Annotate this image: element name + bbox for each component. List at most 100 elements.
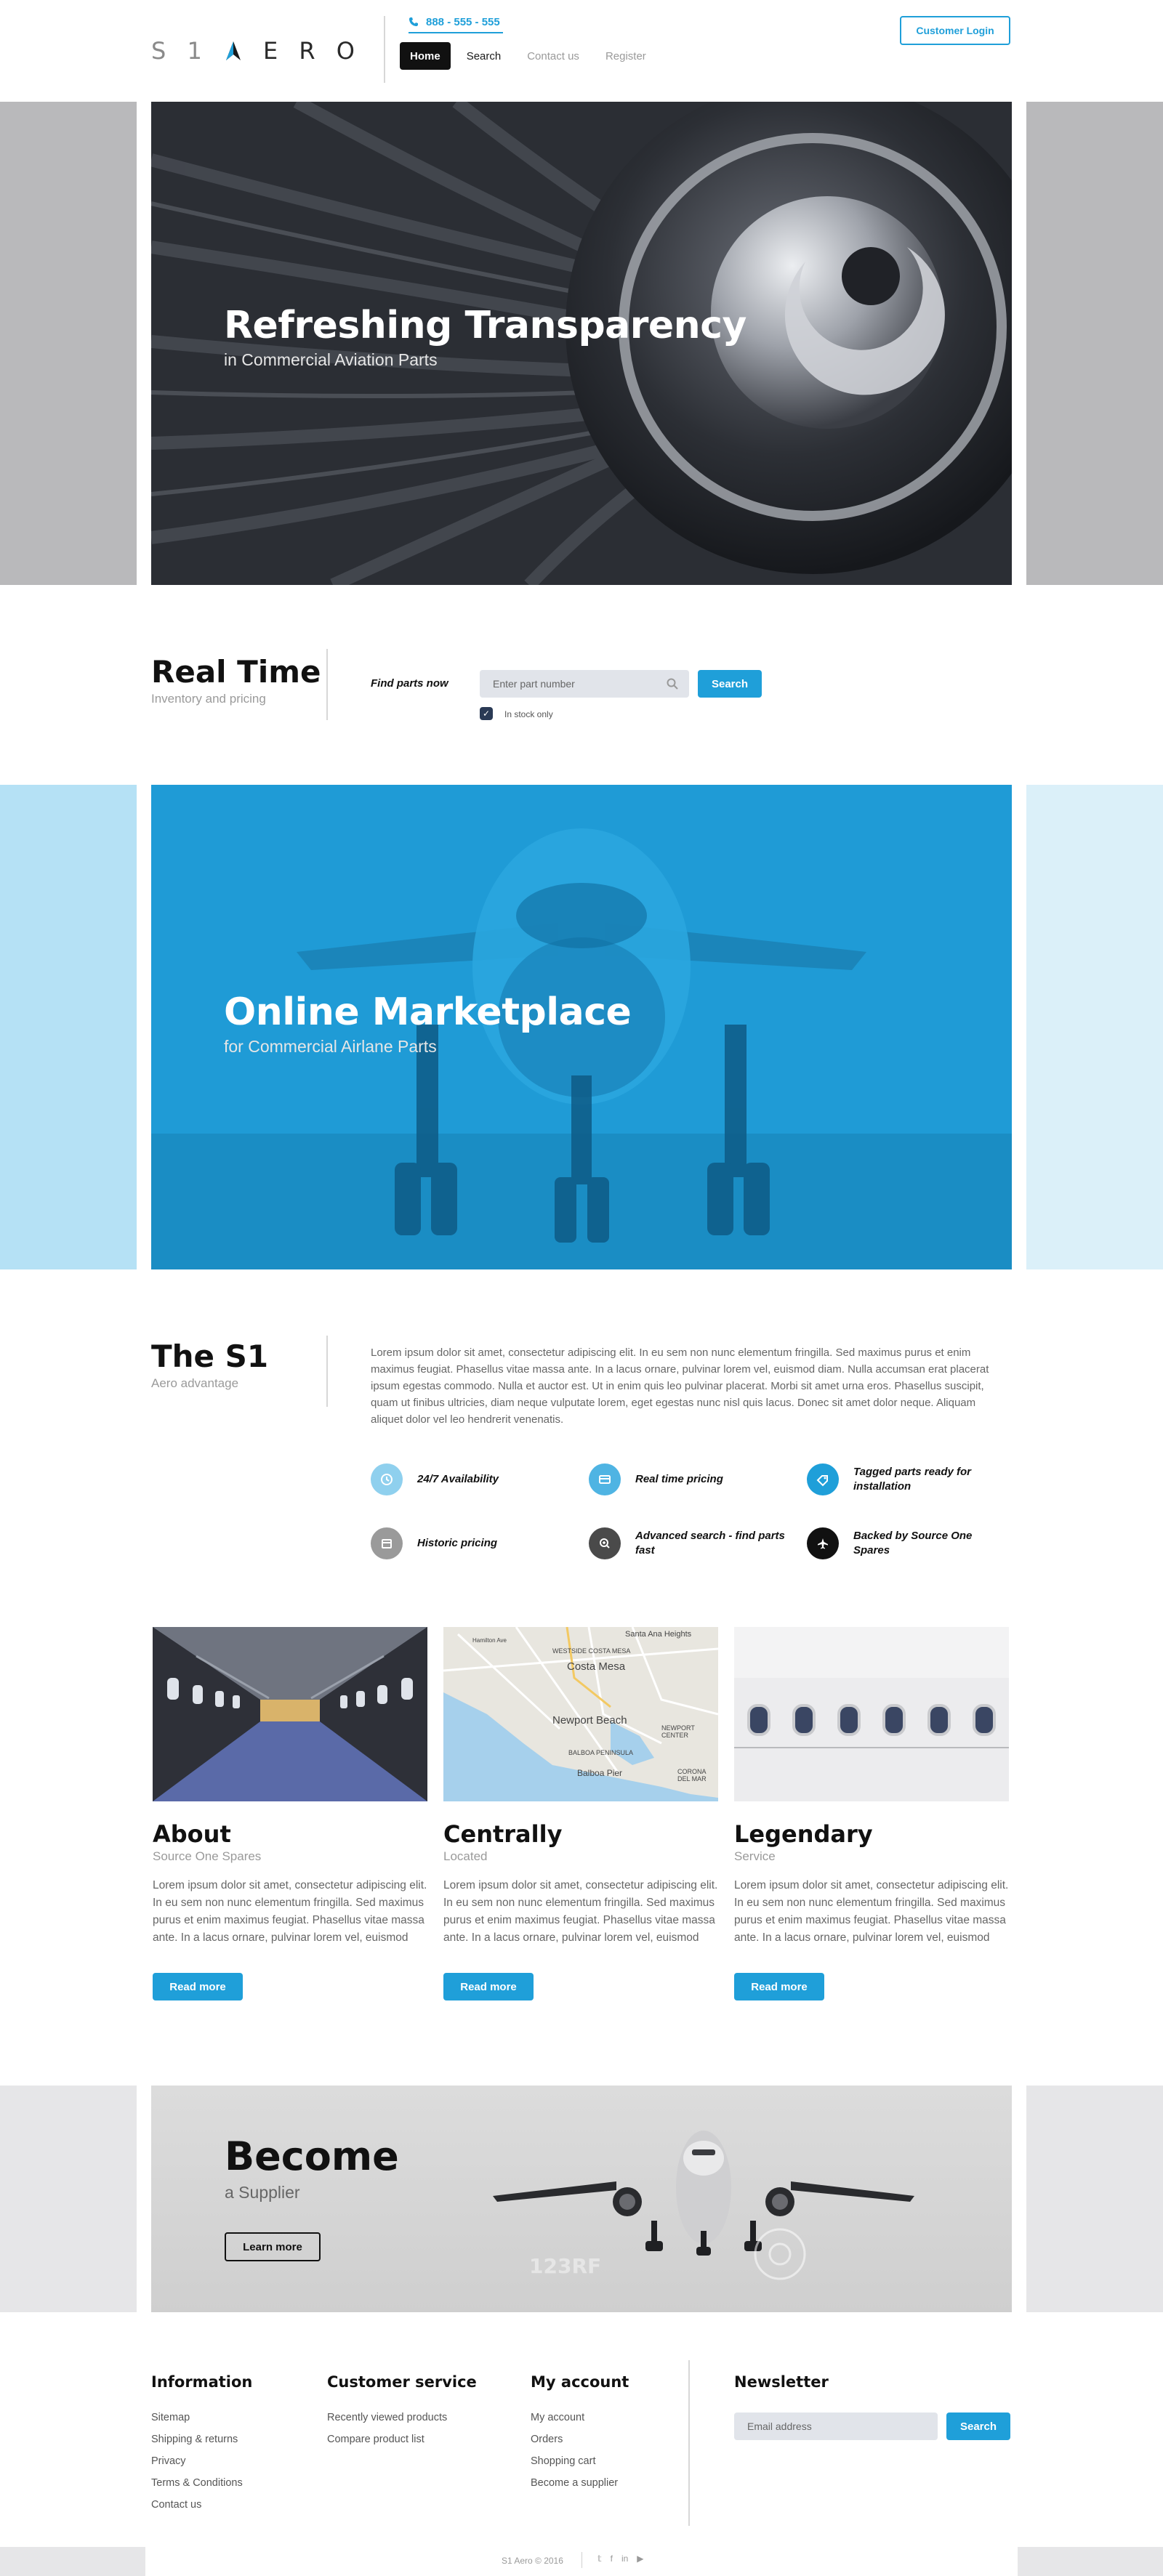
feature-backed-by: Backed by Source One Spares xyxy=(807,1527,1010,1559)
hero-engine-banner: Refreshing Transparency in Commercial Av… xyxy=(151,102,1012,585)
footer-heading: Customer service xyxy=(327,2373,477,2391)
s1-divider xyxy=(326,1336,328,1407)
map-label: CORONA DEL MAR xyxy=(677,1768,707,1782)
card-text: Lorem ipsum dolor sit amet, consectetur … xyxy=(734,1879,1009,1944)
feature-realtime-pricing: Real time pricing xyxy=(589,1463,792,1495)
read-more-button[interactable]: Read more xyxy=(734,1973,824,2000)
footer-link-shopping-cart[interactable]: Shopping cart xyxy=(531,2450,629,2472)
card-title: About xyxy=(153,1820,231,1848)
realtime-subtitle: Inventory and pricing xyxy=(151,692,266,706)
hero2-text: Online Marketplace for Commercial Airlan… xyxy=(224,990,632,1057)
bottom-bar-left xyxy=(0,2547,145,2576)
map-label: Santa Ana Heights xyxy=(625,1630,692,1639)
hero1-side-left xyxy=(0,102,137,585)
footer-link-my-account[interactable]: My account xyxy=(531,2407,629,2428)
hero1-subtitle: in Commercial Aviation Parts xyxy=(224,350,438,369)
logo-letter-s: S xyxy=(151,37,168,65)
become-side-right xyxy=(1026,2086,1163,2312)
logo[interactable]: S 1 E R O xyxy=(151,37,356,65)
map-label: WESTSIDE COSTA MESA xyxy=(552,1647,631,1655)
phone-underline xyxy=(409,32,503,33)
newsletter-submit-button[interactable]: Search xyxy=(946,2413,1010,2440)
hero1-title: Refreshing Transparency xyxy=(224,304,747,347)
card-image-map: Santa Ana Heights WESTSIDE COSTA MESA Co… xyxy=(443,1627,718,1801)
phone-link[interactable]: 888 - 555 - 555 xyxy=(409,13,500,31)
become-supplier-banner: 123RF Become a Supplier Learn more xyxy=(151,2086,1012,2312)
card-about: About Source One Spares Lorem ipsum dolo… xyxy=(153,1627,427,2000)
youtube-icon[interactable]: ▶ xyxy=(637,2553,643,2564)
search-icon xyxy=(667,678,678,690)
hero-marketplace-banner: Online Marketplace for Commercial Airlan… xyxy=(151,785,1012,1269)
become-subtitle: a Supplier xyxy=(225,2183,300,2202)
feature-tagged-parts: Tagged parts ready for installation xyxy=(807,1463,1010,1495)
card-subtitle: Source One Spares xyxy=(153,1849,262,1863)
nav-search[interactable]: Search xyxy=(456,42,512,70)
nav-register[interactable]: Register xyxy=(595,42,656,70)
learn-more-button[interactable]: Learn more xyxy=(225,2232,321,2261)
hero2-subtitle: for Commercial Airlane Parts xyxy=(224,1037,437,1056)
s1-title: The S1 xyxy=(151,1339,269,1374)
read-more-button[interactable]: Read more xyxy=(153,1973,243,2000)
card-legendary: Legendary Service Lorem ipsum dolor sit … xyxy=(734,1627,1009,2000)
card-subtitle: Located xyxy=(443,1849,488,1863)
footer-link-orders[interactable]: Orders xyxy=(531,2428,629,2450)
footer-link-become-supplier[interactable]: Become a supplier xyxy=(531,2472,629,2494)
feature-label: Historic pricing xyxy=(417,1537,498,1549)
logo-letter-r: R xyxy=(299,37,317,65)
feature-label: 24/7 Availability xyxy=(417,1473,499,1485)
map-label: Costa Mesa xyxy=(567,1660,626,1673)
customer-login-button[interactable]: Customer Login xyxy=(900,16,1010,45)
card-title: Centrally xyxy=(443,1820,563,1848)
logo-plane-icon xyxy=(225,41,241,60)
footer-link-shipping[interactable]: Shipping & returns xyxy=(151,2428,252,2450)
map-label: Balboa Pier xyxy=(577,1768,623,1778)
footer-heading: Information xyxy=(151,2373,253,2391)
airplane-icon xyxy=(807,1527,839,1559)
copyright: S1 Aero © 2016 xyxy=(502,2556,563,2566)
card-title: Legendary xyxy=(734,1820,873,1848)
become-title: Become xyxy=(225,2133,399,2179)
in-stock-label: In stock only xyxy=(504,709,553,719)
nav-home[interactable]: Home xyxy=(400,42,451,70)
map-label: BALBOA PENINSULA xyxy=(568,1749,634,1756)
main-nav: Home Search Contact us Register xyxy=(400,42,656,70)
become-side-left xyxy=(0,2086,137,2312)
footer-link-compare[interactable]: Compare product list xyxy=(327,2428,477,2450)
find-parts-label: Find parts now xyxy=(371,677,448,690)
linkedin-icon[interactable]: in xyxy=(621,2553,628,2564)
footer-link-privacy[interactable]: Privacy xyxy=(151,2450,252,2472)
hero2-side-left xyxy=(0,785,137,1269)
map-label: NEWPORT CENTER xyxy=(661,1724,695,1739)
realtime-divider xyxy=(326,649,328,720)
newsletter-heading: Newsletter xyxy=(734,2373,829,2391)
read-more-button[interactable]: Read more xyxy=(443,1973,534,2000)
card-subtitle: Service xyxy=(734,1849,776,1863)
footer-link-contact[interactable]: Contact us xyxy=(151,2494,252,2516)
zoom-in-icon xyxy=(589,1527,621,1559)
card-centrally: Santa Ana Heights WESTSIDE COSTA MESA Co… xyxy=(443,1627,718,2000)
logo-letter-o: O xyxy=(336,37,356,65)
footer-link-recently-viewed[interactable]: Recently viewed products xyxy=(327,2407,477,2428)
bottom-bar-right xyxy=(1018,2547,1163,2576)
part-search-button[interactable]: Search xyxy=(698,670,762,698)
realtime-title: Real Time xyxy=(151,654,321,690)
fuselage-windows-image xyxy=(734,1627,1009,1801)
footer-customer-service: Customer service Recently viewed product… xyxy=(327,2373,477,2450)
in-stock-checkbox[interactable]: ✓ xyxy=(480,707,493,720)
feature-advanced-search: Advanced search - find parts fast xyxy=(589,1527,792,1559)
feature-label: Tagged parts ready for installation xyxy=(853,1466,971,1493)
footer-link-sitemap[interactable]: Sitemap xyxy=(151,2407,252,2428)
aircraft-cabin-image xyxy=(153,1627,427,1801)
hero1-side-right xyxy=(1026,102,1163,585)
facebook-icon[interactable]: f xyxy=(611,2553,613,2564)
newsletter-email-input[interactable] xyxy=(734,2413,938,2440)
footer-link-terms[interactable]: Terms & Conditions xyxy=(151,2472,252,2494)
feature-label: Real time pricing xyxy=(635,1473,723,1485)
twitter-icon[interactable]: 𝕥 xyxy=(597,2553,602,2564)
part-number-input[interactable] xyxy=(480,670,689,698)
footer-divider xyxy=(688,2360,690,2526)
nav-contact-us[interactable]: Contact us xyxy=(517,42,589,70)
phone-icon xyxy=(409,17,418,26)
tag-icon xyxy=(807,1463,839,1495)
footer-information: Information Sitemap Shipping & returns P… xyxy=(151,2373,252,2516)
